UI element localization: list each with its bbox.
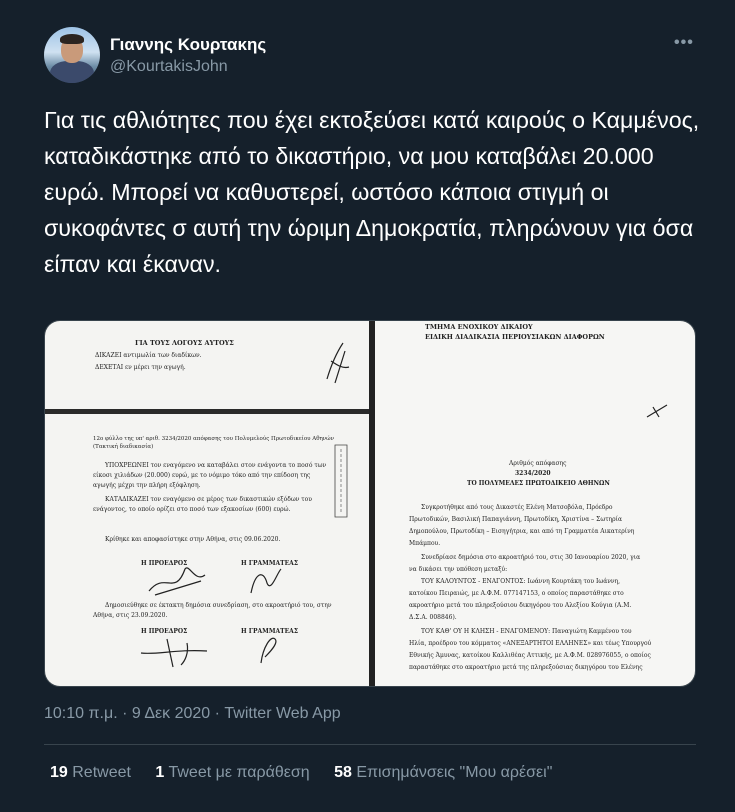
doc-line: ΥΠΟΧΡΕΩΝΕΙ τον εναγόμενο να καταβάλει στ…: [105, 462, 327, 469]
avatar-hair-shape: [60, 34, 84, 44]
doc-line: Δημοσιεύθηκε σε έκτακτη δημόσια συνεδρία…: [105, 602, 332, 609]
meta-separator: ·: [210, 705, 225, 722]
doc-line: ΤΟΥ ΚΑΘ' ΟΥ Η ΚΛΗΣΗ - ΕΝΑΓΟΜΕΝΟΥ: Παναγι…: [421, 628, 632, 635]
doc-line: ΤΟΥ ΚΑΛΟΥΝΤΟΣ - ΕΝΑΓΟΝΤΟΣ: Ιωάννη Κουρτά…: [421, 578, 621, 585]
tweet-date[interactable]: 9 Δεκ 2020: [132, 705, 210, 722]
signature-mark: [250, 568, 282, 594]
avatar[interactable]: [44, 27, 100, 83]
doc-line: Κρίθηκε και αποφασίστηκε στην Αθήνα, στι…: [105, 536, 281, 543]
signature-mark: [148, 567, 206, 596]
doc-line: Συνεδρίασε δημόσια στο ακροατήριό του, σ…: [421, 554, 641, 561]
user-handle[interactable]: @KourtakisJohn: [110, 58, 228, 76]
likes-label: Επισημάνσεις "Μου αρέσει": [356, 764, 553, 781]
doc-line: (Τακτική διαδικασία): [93, 444, 154, 450]
doc-line: αγωγής μέχρι την πλήρη εξόφληση.: [93, 482, 201, 489]
doc-line: είκοσι χιλιάδων (20.000) ευρώ, με το νόμ…: [93, 472, 311, 479]
likes-count: 58: [334, 764, 352, 781]
signature-mark: [326, 342, 350, 384]
doc-line: Εθνικής Άμυνας, κατοίκου Καλλιθέας Αττικ…: [409, 652, 651, 659]
display-name[interactable]: Γιαννης Κουρτακης: [110, 35, 266, 55]
doc-line: ΔΙΚΑΖΕΙ αντιμωλία των διαδίκων.: [95, 352, 202, 359]
doc-line: ενάγοντος, το οποίο ορίζει στο ποσό των …: [93, 506, 291, 513]
quotes-stat[interactable]: 1 Tweet με παράθεση: [155, 764, 309, 781]
doc-line: Αριθμός απόφασης: [509, 460, 567, 467]
doc-heading: ΕΙΔΙΚΗ ΔΙΑΔΙΚΑΣΙΑ ΠΕΡΙΟΥΣΙΑΚΩΝ ΔΙΑΦΟΡΩΝ: [425, 333, 605, 341]
doc-line: κατοίκου Πειραιώς, με Α.Φ.Μ. 077147153, …: [409, 590, 624, 597]
page-divider: [45, 409, 369, 414]
doc-line: Αθήνα, στις 23.09.2020.: [93, 612, 168, 619]
more-options-icon[interactable]: •••: [674, 34, 694, 52]
doc-line: 3234/2020: [515, 470, 551, 477]
quotes-label: Tweet με παράθεση: [168, 764, 310, 781]
doc-heading: ΓΙΑ ΤΟΥΣ ΛΟΓΟΥΣ ΑΥΤΟΥΣ: [135, 339, 234, 347]
retweets-stat[interactable]: 19 Retweet: [50, 764, 131, 781]
doc-line: παραστάθηκε στο ακροατήριο μετά της πληρ…: [409, 664, 643, 671]
tweet-time[interactable]: 10:10 π.μ.: [44, 705, 118, 722]
divider: [44, 744, 696, 745]
doc-line: ΚΑΤΑΔΙΚΑΖΕΙ τον εναγόμενο σε μέρος των δ…: [105, 496, 312, 503]
doc-line: Δ.Σ.Α. 008846).: [409, 614, 457, 621]
signature-mark: [260, 637, 277, 664]
doc-line: Συγκροτήθηκε από τους Δικαστές Ελένη Ματ…: [421, 504, 613, 511]
stamp-mark: [334, 444, 348, 518]
quotes-count: 1: [155, 764, 165, 781]
doc-line: ΔΕΧΕΤΑΙ εν μέρει την αγωγή.: [95, 364, 186, 371]
signature-mark: [140, 638, 208, 668]
tweet-media[interactable]: ΓΙΑ ΤΟΥΣ ΛΟΓΟΥΣ ΑΥΤΟΥΣ ΔΙΚΑΖΕΙ αντιμωλία…: [44, 320, 696, 687]
tweet-source[interactable]: Twitter Web App: [224, 705, 340, 722]
retweets-count: 19: [50, 764, 68, 781]
doc-line: ακροατήριο μετά του πληρεξούσιου δικηγόρ…: [409, 602, 632, 609]
doc-line: Ηλία, προέδρου του κόμματος «ΑΝΕΞΑΡΤΗΤΟΙ…: [409, 640, 652, 647]
retweets-label: Retweet: [72, 764, 131, 781]
doc-line: Πρωτοδικών, Βασιλική Παπαγιάννη, Πρωτοδί…: [409, 516, 623, 523]
tweet-text: Για τις αθλιότητες που έχει εκτοξεύσει κ…: [44, 107, 700, 277]
signature-mark: [646, 404, 668, 418]
doc-line: Μπάμπου.: [409, 540, 441, 547]
meta-separator: ·: [117, 705, 132, 722]
likes-stat[interactable]: 58 Επισημάνσεις "Μου αρέσει": [334, 764, 552, 781]
doc-line: ΤΟ ΠΟΛΥΜΕΛΕΣ ΠΡΩΤΟΔΙΚΕΙΟ ΑΘΗΝΩΝ: [467, 480, 610, 487]
avatar-body-shape: [50, 61, 94, 83]
doc-heading: ΤΜΗΜΑ ΕΝΟΧΙΚΟΥ ΔΙΚΑΙΟΥ: [425, 323, 533, 331]
document-image-right[interactable]: ΤΜΗΜΑ ΕΝΟΧΙΚΟΥ ΔΙΚΑΙΟΥ ΕΙΔΙΚΗ ΔΙΑΔΙΚΑΣΙΑ…: [375, 321, 695, 686]
tweet-stats: 19 Retweet 1 Tweet με παράθεση 58 Επισημ…: [50, 764, 572, 782]
doc-line: να δικάσει την υπόθεση μεταξύ:: [409, 566, 508, 573]
tweet-meta: 10:10 π.μ. · 9 Δεκ 2020 · Twitter Web Ap…: [44, 705, 341, 723]
doc-line: Δημοπούλου, Πρωτοδίκη – Εισηγήτρια, και …: [409, 528, 635, 535]
document-image-left[interactable]: ΓΙΑ ΤΟΥΣ ΛΟΓΟΥΣ ΑΥΤΟΥΣ ΔΙΚΑΖΕΙ αντιμωλία…: [45, 321, 369, 686]
